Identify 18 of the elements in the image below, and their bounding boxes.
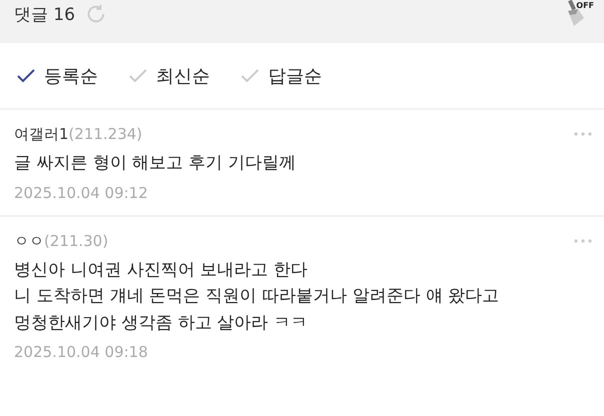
comment-ip: (211.234) — [68, 125, 142, 143]
more-icon[interactable] — [574, 238, 592, 242]
check-icon — [240, 68, 260, 84]
comment-date: 2025.10.04 09:18 — [14, 342, 149, 363]
more-icon[interactable] — [574, 132, 592, 136]
sort-tab[interactable]: 최신순 — [128, 64, 210, 88]
comment-count-title: 댓글 16 — [14, 4, 76, 26]
sort-tab[interactable]: 등록순 — [16, 64, 98, 88]
comment-author: 여갤러1 — [14, 125, 69, 143]
comment-date: 2025.10.04 09:12 — [14, 182, 149, 204]
broom-toggle[interactable]: OFF — [564, 0, 594, 26]
comment-ip: (211.30) — [44, 232, 108, 250]
comment-text: 병신아 니여권 사진찍어 보내라고 한다 니 도착하면 걔네 돈먹은 직원이 따라붙거나 알려준다 얘 왔다고 멍청한새기야 생각좀 하고 살아라 ㅋㅋ — [14, 258, 500, 334]
comment-text: 글 싸지른 형이 해보고 후기 기다릴께 — [14, 152, 298, 175]
check-icon — [16, 68, 36, 84]
check-icon — [128, 68, 148, 84]
comment-author: ㅇㅇ — [14, 232, 44, 250]
sort-tab[interactable]: 답글순 — [240, 64, 322, 88]
